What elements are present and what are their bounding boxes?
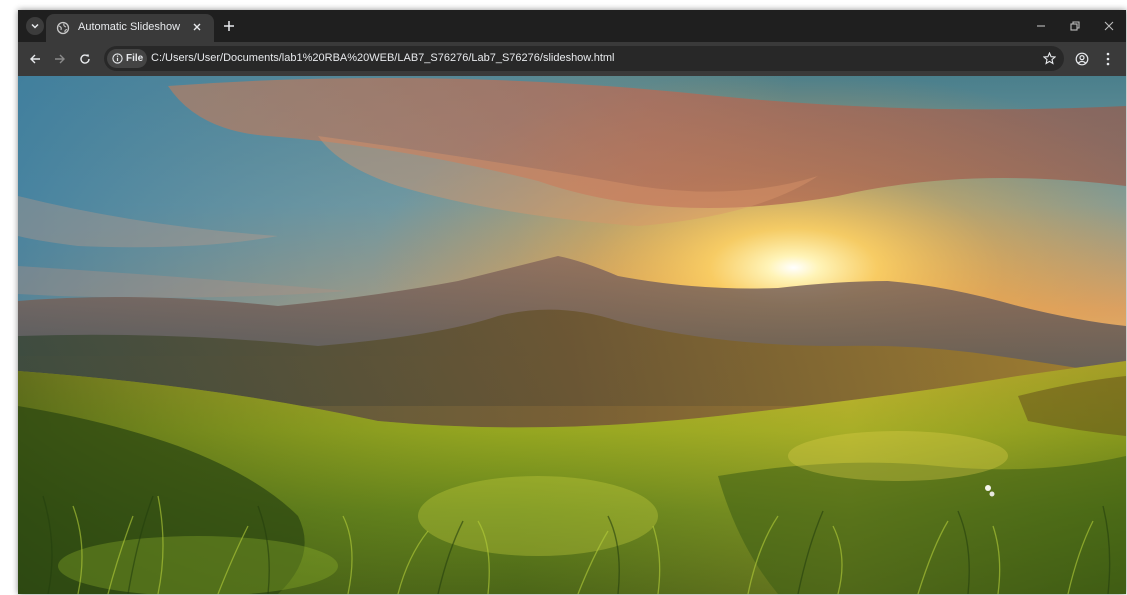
kebab-menu-icon bbox=[1106, 52, 1110, 66]
new-tab-button[interactable] bbox=[221, 18, 237, 34]
url-text[interactable]: C:/Users/User/Documents/lab1%20RBA%20WEB… bbox=[151, 52, 614, 64]
close-window-button[interactable] bbox=[1092, 10, 1126, 42]
info-icon bbox=[112, 53, 123, 64]
tab-close-button[interactable] bbox=[190, 20, 204, 34]
forward-button[interactable] bbox=[51, 50, 69, 68]
page-viewport bbox=[18, 76, 1126, 594]
browser-toolbar: File C:/Users/User/Documents/lab1%20RBA%… bbox=[18, 42, 1126, 76]
close-icon bbox=[193, 23, 201, 31]
star-icon bbox=[1042, 51, 1056, 65]
reload-icon bbox=[80, 54, 90, 64]
menu-button[interactable] bbox=[1099, 50, 1117, 68]
restore-button[interactable] bbox=[1058, 10, 1092, 42]
arrow-left-icon bbox=[30, 54, 40, 64]
close-icon bbox=[1104, 21, 1114, 31]
address-bar[interactable]: File C:/Users/User/Documents/lab1%20RBA%… bbox=[104, 46, 1064, 71]
arrow-right-icon bbox=[55, 54, 65, 64]
profile-button[interactable] bbox=[1073, 50, 1091, 68]
back-button[interactable] bbox=[26, 50, 44, 68]
window-controls bbox=[1024, 10, 1126, 42]
chevron-down-icon bbox=[31, 23, 39, 29]
reload-button[interactable] bbox=[76, 50, 94, 68]
browser-window: Automatic Slideshow File C:/Users/User/D… bbox=[18, 10, 1126, 594]
profile-icon bbox=[1075, 52, 1089, 66]
tab-strip: Automatic Slideshow bbox=[18, 10, 1126, 42]
bookmark-button[interactable] bbox=[1042, 51, 1056, 65]
tab-active[interactable]: Automatic Slideshow bbox=[46, 14, 214, 42]
tab-title: Automatic Slideshow bbox=[78, 21, 181, 33]
tab-search-button[interactable] bbox=[26, 17, 44, 35]
minimize-button[interactable] bbox=[1024, 10, 1058, 42]
restore-icon bbox=[1070, 21, 1080, 31]
site-info-label: File bbox=[126, 53, 144, 64]
minimize-icon bbox=[1037, 25, 1045, 27]
slideshow-image bbox=[18, 76, 1126, 594]
globe-icon bbox=[56, 21, 70, 35]
site-info-chip[interactable]: File bbox=[107, 49, 147, 68]
plus-icon bbox=[224, 21, 234, 31]
